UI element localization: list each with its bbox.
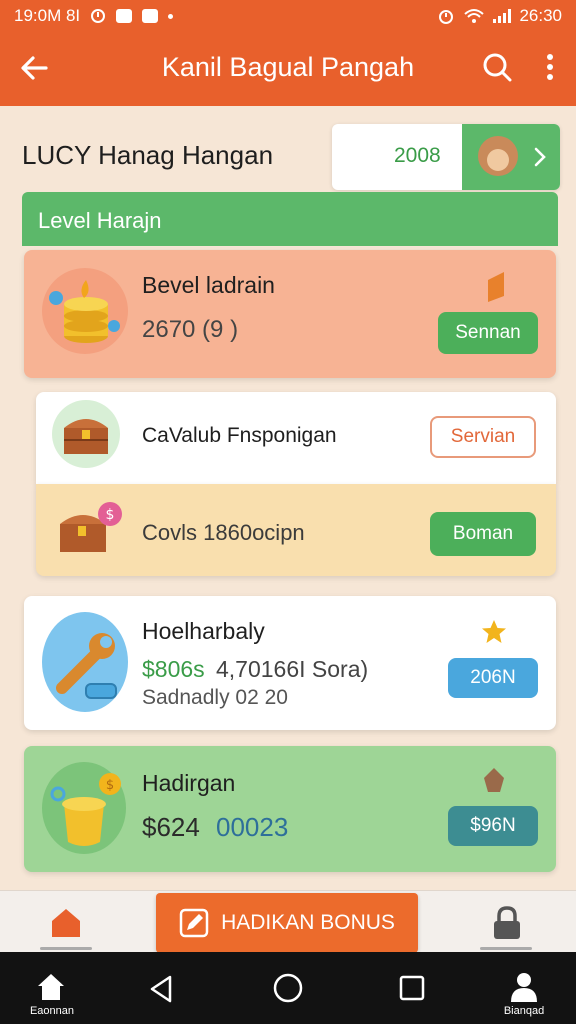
status-right: 26:30	[437, 6, 562, 26]
svg-text:$: $	[106, 507, 115, 523]
wrench-icon	[56, 633, 117, 699]
edit-icon	[179, 908, 209, 938]
svg-text:$: $	[106, 778, 114, 793]
bonus-label: HADIKAN BONUS	[221, 911, 395, 934]
user-name: LUCY Hanag Hangan	[22, 140, 274, 170]
card-value: 2670 (9 )	[142, 316, 239, 343]
tab-label-placeholder	[480, 947, 532, 950]
card-title: Hoelharbaly	[142, 618, 265, 644]
system-nav-bar: Eaonnan Bianqad	[0, 952, 576, 1024]
card-action-button[interactable]: $96N	[448, 806, 538, 846]
card-thumbnail: $	[42, 762, 126, 854]
card-title: CaValub Fnsponigan	[142, 424, 337, 447]
bonus-button[interactable]: HADIKAN BONUS	[156, 893, 418, 953]
profile-icon[interactable]	[508, 970, 540, 1002]
status-bar: 19:0M 8I 26:30	[0, 0, 576, 32]
treasure-chest-coin-icon: $	[60, 502, 122, 552]
chevron-right-icon	[534, 147, 546, 167]
profile-button[interactable]	[462, 124, 560, 190]
search-icon[interactable]	[480, 50, 514, 84]
card-thumbnail: $	[52, 492, 128, 568]
star-icon	[482, 620, 506, 643]
tab-label-placeholder	[40, 947, 92, 950]
signal-icon	[493, 9, 512, 23]
nav-left-label: Eaonnan	[29, 1005, 75, 1017]
alarm-icon	[439, 10, 454, 24]
recents-icon[interactable]	[398, 974, 426, 1002]
card-title: Covls 1860ocipn	[142, 520, 305, 545]
home-tab-icon[interactable]	[48, 905, 84, 939]
card-detail: 4,70166I Sora)	[216, 656, 369, 682]
home-circle-icon[interactable]	[272, 972, 304, 1004]
treasure-chest-icon	[64, 419, 108, 454]
card-price: $624	[142, 812, 200, 842]
home-icon[interactable]	[36, 972, 66, 1000]
wifi-icon	[464, 9, 485, 23]
card-action-button[interactable]: Servian	[430, 416, 536, 458]
lock-icon[interactable]	[490, 905, 524, 941]
notification-icon	[91, 9, 106, 23]
card-thumbnail	[42, 612, 128, 712]
card-title: Hadirgan	[142, 770, 236, 796]
reward-card: Hoelharbaly $806s 4,70166I Sora) Sadnadl…	[24, 596, 556, 730]
card-action-button[interactable]: 206N	[448, 658, 538, 698]
reward-card: $ Hadirgan $624 00023 $96N	[24, 746, 556, 872]
more-notifications-icon	[168, 13, 174, 19]
card-title: Bevel ladrain	[142, 272, 275, 298]
reward-card: Bevel ladrain 2670 (9 ) Sennan	[24, 250, 556, 378]
back-icon[interactable]	[148, 974, 176, 1004]
reward-card: $ Covls 1860ocipn Boman	[36, 484, 556, 576]
status-time: 19:0M 8I	[14, 6, 81, 25]
status-left: 19:0M 8I	[14, 6, 174, 26]
message-notification-icon	[142, 9, 159, 23]
card-thumbnail	[42, 268, 128, 354]
status-clock: 26:30	[519, 6, 562, 25]
score-value: 2008	[394, 144, 441, 167]
card-date: Sadnadly 02 20	[142, 686, 288, 709]
app-notification-icon	[116, 9, 133, 23]
bookmark-icon	[488, 272, 504, 302]
more-options-icon[interactable]	[538, 50, 562, 84]
reward-card: CaValub Fnsponigan Servian	[36, 392, 556, 484]
app-bar: Kanil Bagual Pangah	[0, 32, 576, 106]
leaf-icon	[484, 768, 504, 792]
section-header: Level Harajn	[22, 192, 558, 246]
avatar	[478, 136, 518, 176]
gold-pot-icon: $	[50, 773, 121, 846]
card-action-button[interactable]: Boman	[430, 512, 536, 556]
coin-stack-icon	[49, 280, 120, 343]
card-thumbnail	[52, 400, 120, 468]
score-pill[interactable]: 2008	[332, 124, 560, 190]
card-price: $806s	[142, 656, 205, 682]
card-detail: 00023	[216, 812, 289, 842]
nav-right-label: Bianqad	[503, 1005, 545, 1017]
card-action-button[interactable]: Sennan	[438, 312, 538, 354]
